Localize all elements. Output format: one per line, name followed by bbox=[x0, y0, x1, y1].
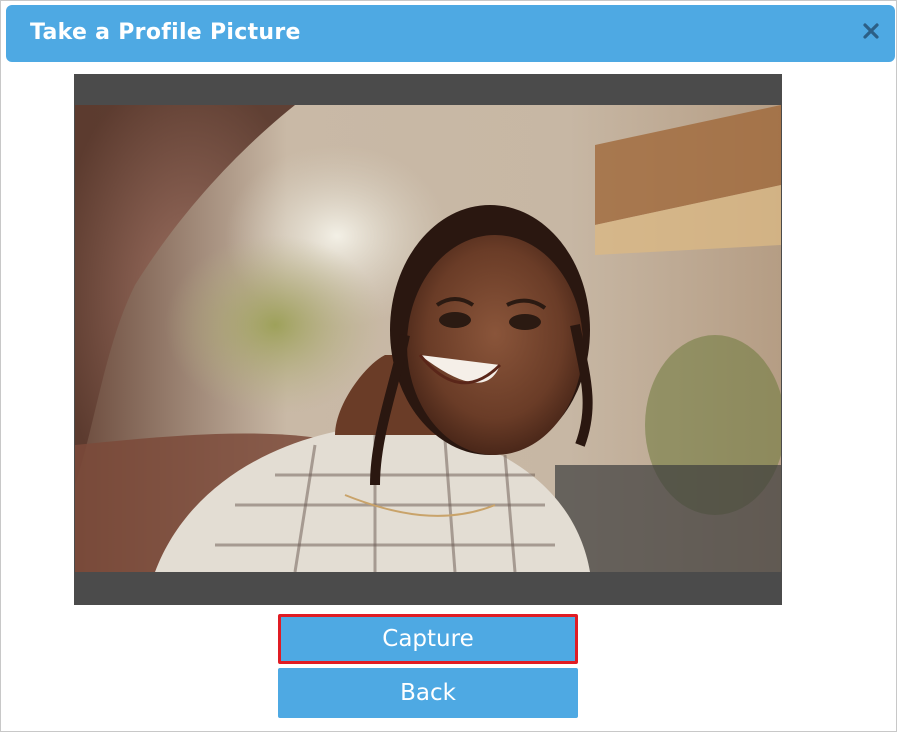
capture-button[interactable]: Capture bbox=[278, 614, 578, 664]
close-icon[interactable] bbox=[861, 21, 881, 41]
dialog-titlebar: Take a Profile Picture bbox=[6, 5, 895, 62]
profile-picture-dialog: Take a Profile Picture Capture Back bbox=[0, 0, 897, 732]
webcam-preview bbox=[75, 105, 781, 572]
camera-frame bbox=[74, 74, 782, 605]
dialog-title: Take a Profile Picture bbox=[30, 20, 301, 45]
back-button[interactable]: Back bbox=[278, 668, 578, 718]
